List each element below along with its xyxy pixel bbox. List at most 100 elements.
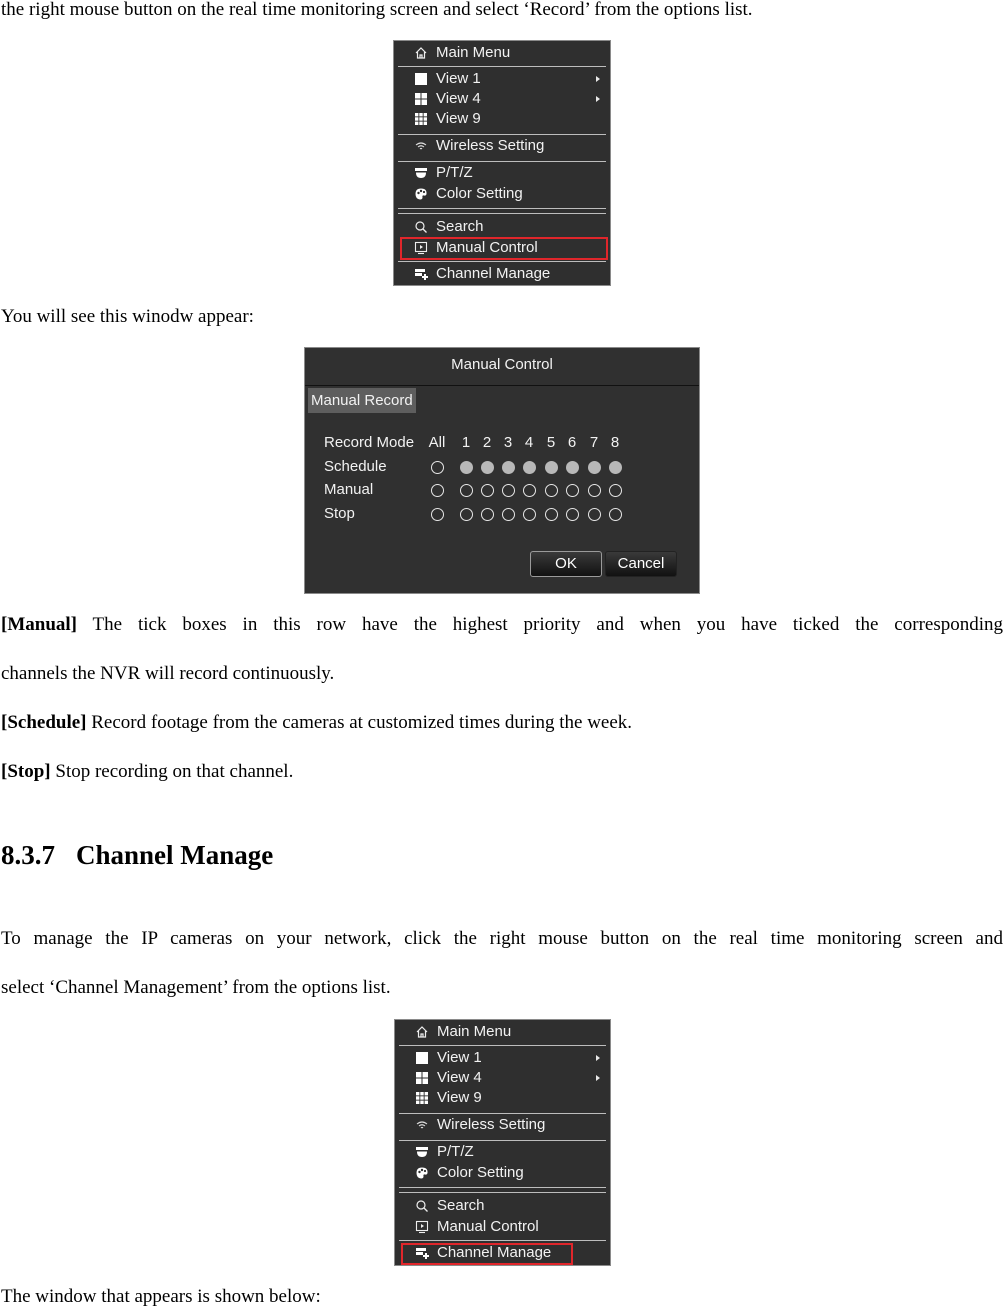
- menu-item-color-setting[interactable]: Color Setting: [395, 1163, 610, 1183]
- radio-manual-all[interactable]: [431, 484, 444, 497]
- stop-term: [Stop]: [1, 761, 51, 782]
- wifi-icon: [414, 139, 428, 153]
- menu-item-label: Wireless Setting: [437, 1116, 546, 1133]
- radio-schedule-7[interactable]: [588, 461, 601, 474]
- highlight-box: [401, 1243, 573, 1265]
- menu-item-label: View 9: [437, 1089, 482, 1106]
- radio-manual-4[interactable]: [523, 484, 536, 497]
- menu-item-label: Wireless Setting: [436, 137, 545, 154]
- radio-stop-4[interactable]: [523, 508, 536, 521]
- menu-item-main-menu[interactable]: Main Menu: [395, 1022, 610, 1042]
- ok-button[interactable]: OK: [530, 551, 602, 577]
- menu-divider: [399, 1187, 606, 1188]
- radio-schedule-all[interactable]: [431, 461, 444, 474]
- column-header: 8: [610, 434, 620, 451]
- menu-item-view-9[interactable]: View 9: [395, 1088, 610, 1108]
- menu-item-main-menu[interactable]: Main Menu: [394, 43, 610, 63]
- palette-icon: [414, 187, 428, 201]
- menu-item-label: Manual Control: [437, 1218, 539, 1235]
- radio-manual-8[interactable]: [609, 484, 622, 497]
- column-header: All: [428, 434, 446, 451]
- ptz-camera-icon: [415, 1145, 429, 1159]
- menu-item-label: View 1: [437, 1049, 482, 1066]
- radio-schedule-4[interactable]: [523, 461, 536, 474]
- single-view-icon: [415, 1051, 429, 1065]
- row-label-manual: Manual: [324, 481, 374, 498]
- palette-icon: [415, 1166, 429, 1180]
- menu-item-channel-manage[interactable]: Channel Manage: [394, 264, 610, 284]
- menu-item-view-1[interactable]: View 1: [395, 1048, 610, 1068]
- dialog-title: Manual Control: [451, 356, 553, 373]
- radio-manual-1[interactable]: [460, 484, 473, 497]
- row-label-schedule: Schedule: [324, 458, 387, 475]
- cancel-button[interactable]: Cancel: [605, 551, 677, 577]
- record-mode-label: Record Mode: [324, 434, 415, 451]
- radio-stop-all[interactable]: [431, 508, 444, 521]
- menu-item-color-setting[interactable]: Color Setting: [394, 184, 610, 204]
- menu-item-wireless-setting[interactable]: Wireless Setting: [395, 1115, 610, 1135]
- menu-item-label: Channel Manage: [436, 265, 551, 282]
- radio-manual-2[interactable]: [481, 484, 494, 497]
- home-icon: [415, 1025, 429, 1039]
- radio-manual-7[interactable]: [588, 484, 601, 497]
- menu-item-label: View 4: [436, 90, 481, 107]
- menu-item-view-1[interactable]: View 1: [394, 69, 610, 89]
- radio-schedule-8[interactable]: [609, 461, 622, 474]
- radio-schedule-3[interactable]: [502, 461, 515, 474]
- submenu-arrow-icon: [596, 1055, 600, 1061]
- column-header: 2: [482, 434, 492, 451]
- radio-stop-8[interactable]: [609, 508, 622, 521]
- menu-divider: [399, 1045, 606, 1046]
- nine-view-icon: [414, 112, 428, 126]
- menu-item-label: Main Menu: [437, 1023, 512, 1040]
- schedule-desc-text: Record footage from the cameras at custo…: [86, 712, 633, 733]
- radio-manual-6[interactable]: [566, 484, 579, 497]
- nine-view-icon: [415, 1091, 429, 1105]
- radio-stop-6[interactable]: [566, 508, 579, 521]
- schedule-description: [Schedule] Record footage from the camer…: [1, 713, 632, 733]
- section-number: 8.3.7: [1, 840, 55, 870]
- menu-item-label: View 4: [437, 1069, 482, 1086]
- wifi-icon: [415, 1118, 429, 1132]
- menu-item-view-9[interactable]: View 9: [394, 109, 610, 129]
- radio-manual-5[interactable]: [545, 484, 558, 497]
- radio-schedule-5[interactable]: [545, 461, 558, 474]
- menu-divider: [399, 1240, 606, 1241]
- quad-view-icon: [414, 92, 428, 106]
- menu-item-p-t-z[interactable]: P/T/Z: [394, 163, 610, 183]
- radio-stop-3[interactable]: [502, 508, 515, 521]
- single-view-icon: [414, 72, 428, 86]
- context-menu-record: Main Menu View 1 View 4 View 9 Wireless Sett…: [393, 40, 611, 286]
- window-below-text: The window that appears is shown below:: [1, 1286, 321, 1307]
- row-label-stop: Stop: [324, 505, 355, 522]
- menu-divider: [398, 213, 606, 214]
- radio-schedule-1[interactable]: [460, 461, 473, 474]
- menu-divider: [399, 1140, 606, 1141]
- menu-item-search[interactable]: Search: [394, 217, 610, 237]
- menu-item-search[interactable]: Search: [395, 1196, 610, 1216]
- radio-schedule-6[interactable]: [566, 461, 579, 474]
- radio-stop-7[interactable]: [588, 508, 601, 521]
- radio-schedule-2[interactable]: [481, 461, 494, 474]
- radio-manual-3[interactable]: [502, 484, 515, 497]
- manual-description-cont: channels the NVR will record continuousl…: [1, 663, 335, 684]
- manual-control-dialog: Manual Control Manual Record Record Mode…: [304, 347, 700, 594]
- playback-monitor-icon: [415, 1220, 429, 1234]
- menu-item-wireless-setting[interactable]: Wireless Setting: [394, 136, 610, 156]
- menu-divider: [398, 261, 606, 262]
- menu-item-label: Main Menu: [436, 44, 511, 61]
- stop-description: [Stop] Stop recording on that channel.: [1, 762, 293, 782]
- radio-stop-1[interactable]: [460, 508, 473, 521]
- tab-manual-record[interactable]: Manual Record: [308, 388, 416, 413]
- radio-stop-5[interactable]: [545, 508, 558, 521]
- stop-desc-text: Stop recording on that channel.: [50, 761, 294, 782]
- radio-stop-2[interactable]: [481, 508, 494, 521]
- window-appear-text: You will see this winodw appear:: [1, 306, 254, 327]
- menu-item-manual-control[interactable]: Manual Control: [395, 1217, 610, 1237]
- column-header: 7: [589, 434, 599, 451]
- menu-item-view-4[interactable]: View 4: [395, 1068, 610, 1088]
- context-menu-channel: Main Menu View 1 View 4 View 9 Wireless Sett…: [394, 1019, 611, 1266]
- menu-item-p-t-z[interactable]: P/T/Z: [395, 1142, 610, 1162]
- menu-item-view-4[interactable]: View 4: [394, 89, 610, 109]
- column-header: 1: [461, 434, 471, 451]
